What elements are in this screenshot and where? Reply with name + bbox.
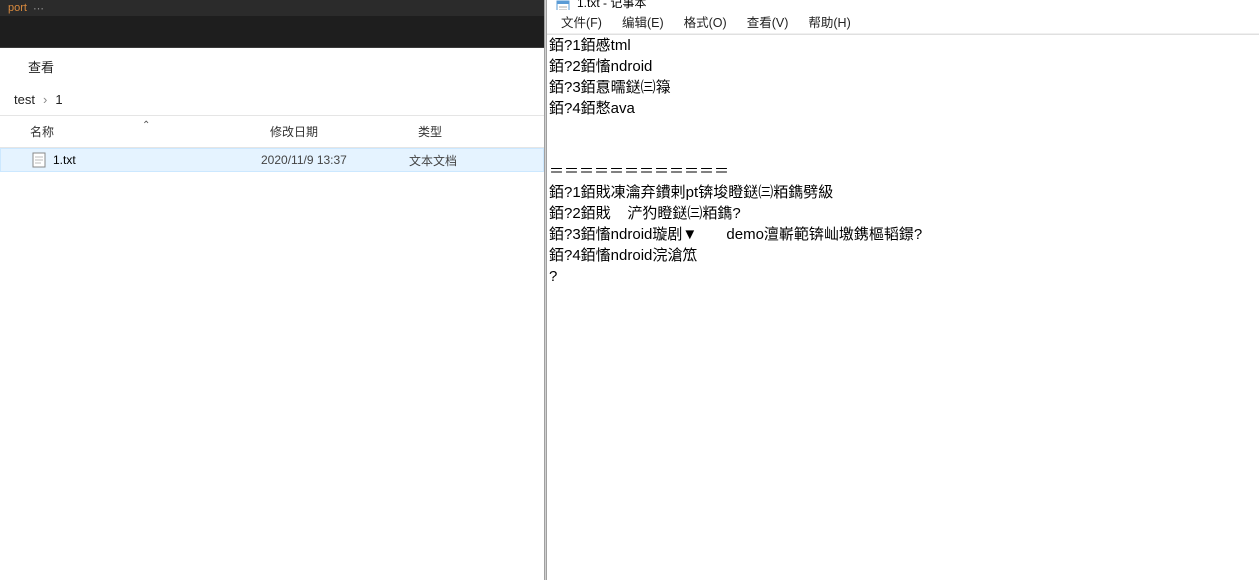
column-headers: ⌃ 名称 修改日期 类型 — [0, 116, 544, 148]
column-header-name[interactable]: 名称 — [0, 123, 260, 140]
file-type: 文本文档 — [409, 152, 543, 169]
view-menu-button[interactable]: 查看 — [18, 53, 64, 80]
breadcrumb[interactable]: test › 1 — [0, 84, 544, 116]
breadcrumb-item[interactable]: 1 — [51, 92, 66, 107]
chevron-right-icon: › — [39, 92, 51, 107]
text-file-icon — [29, 152, 49, 168]
ide-dots: ⋯ — [33, 2, 46, 15]
ide-dark-second — [0, 16, 544, 48]
menu-help[interactable]: 帮助(H) — [798, 10, 860, 33]
menu-file[interactable]: 文件(F) — [551, 10, 612, 33]
column-header-type[interactable]: 类型 — [408, 123, 544, 140]
file-row[interactable]: 1.txt 2020/11/9 13:37 文本文档 — [0, 148, 544, 172]
notepad-content[interactable]: 銆?1銆慼tml 銆?2銆慉ndroid 銆?3銆慐曘鎹㈢簶 銆?4銆慗ava … — [547, 34, 1259, 580]
breadcrumb-item[interactable]: test — [10, 92, 39, 107]
ide-dark-bar: port ⋯ — [0, 0, 544, 16]
menu-edit[interactable]: 编辑(E) — [612, 10, 674, 33]
menu-format[interactable]: 格式(O) — [674, 10, 737, 33]
notepad-window: 1.txt - 记事本 文件(F) 编辑(E) 格式(O) 查看(V) 帮助(H… — [547, 0, 1259, 580]
notepad-title: 1.txt - 记事本 — [577, 0, 646, 10]
notepad-menu: 文件(F) 编辑(E) 格式(O) 查看(V) 帮助(H) — [547, 10, 1259, 34]
file-name: 1.txt — [53, 153, 261, 167]
ide-text: port — [8, 2, 27, 14]
notepad-icon — [555, 0, 571, 10]
explorer-window: port ⋯ 查看 test › 1 ⌃ 名称 修改日期 类型 1.txt 20… — [0, 0, 544, 580]
column-header-date[interactable]: 修改日期 — [260, 123, 408, 140]
file-date: 2020/11/9 13:37 — [261, 153, 409, 167]
menu-view[interactable]: 查看(V) — [737, 10, 799, 33]
explorer-toolbar: 查看 — [0, 48, 544, 84]
notepad-titlebar: 1.txt - 记事本 — [547, 0, 1259, 10]
